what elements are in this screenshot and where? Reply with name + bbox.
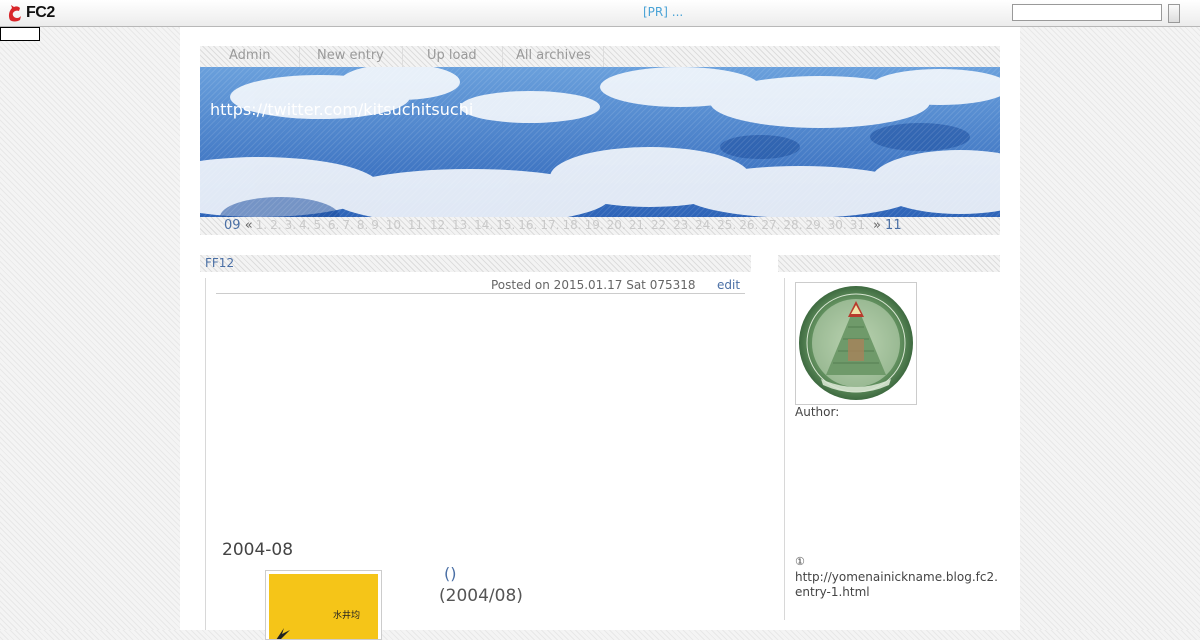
banner-texture [200,67,1000,217]
fc2-logo[interactable]: FC2 [7,4,55,22]
nav-divider [402,46,403,67]
calendar-day: 2. [270,218,282,232]
calendar-day: 7. [342,218,354,232]
calendar-day: 29. [805,218,825,232]
fc2-search-button[interactable] [1168,4,1180,23]
author-label: Author: [795,405,840,419]
entry-heading: 2004-08 [222,540,294,560]
calendar-day: 25. [717,218,737,232]
calendar-day: 1. [255,218,268,232]
nav-new-entry[interactable]: New entry [317,48,384,63]
book-cover-author: 水井均 [333,611,361,621]
pr-link[interactable]: [PR] ... [643,5,683,19]
nav-divider [299,46,300,67]
nav-divider [603,46,604,67]
nav-admin[interactable]: Admin [229,48,270,63]
book-cover-glyph-icon [276,628,290,639]
entry-border-line [205,278,206,630]
calendar-day: 6. [327,218,340,232]
calendar-day: 14. [474,218,494,232]
sidebar-url-text: http://yomenainickname.blog.fc2.entry-1.… [795,570,998,599]
header-banner: https://twitter.com/kitsuchitsuchi [200,67,1000,217]
calendar-day: 17. [540,218,560,232]
category-link[interactable]: FF12 [205,256,234,270]
fc2-top-bar: FC2 [PR] ... [0,0,1200,27]
calendar-day: 11. [407,218,427,232]
sidebar-border-line [784,278,785,620]
calendar-day: 27. [761,218,781,232]
calendar-day: 22. [650,218,670,232]
calendar-day: 5. [313,218,325,232]
blog-nav: Admin New entry Up load All archives [200,46,1000,67]
book-cover-image: 水井均 [269,574,378,639]
calendar-day: 4. [299,218,311,232]
calendar-day: 15. [496,218,516,232]
calendar-day: 24. [695,218,715,232]
calendar-day: 21. [628,218,648,232]
edit-link[interactable]: edit [717,278,740,292]
blog-container: Admin New entry Up load All archives htt… [180,27,1020,640]
calendar-next-month[interactable]: 11 [885,218,902,233]
fc2-fox-icon [8,5,21,22]
calendar-day: 30. [827,218,847,232]
calendar-day: 13. [452,218,472,232]
calendar-day: 19. [584,218,604,232]
calendar-day: 26. [739,218,759,232]
fc2-logo-text: FC2 [26,4,55,21]
skip-link-box[interactable] [0,27,40,41]
profile-image [795,282,917,405]
calendar-day: 23. [672,218,693,232]
calendar-day: 18. [562,218,582,232]
nav-all-archives[interactable]: All archives [516,48,591,63]
calendar-days: 1. 2. 3. 4. 5. 6. 7. 8. 9. 10. 11. 12. 13. 14. 15. 16. 1… [253,218,869,233]
fc2-search-input[interactable] [1012,4,1162,21]
calendar-day: 3. [284,218,297,232]
entry-divider [216,293,745,294]
calendar-nav: 09 «1. 2. 3. 4. 5. 6. 7. 8. 9. 10. 11. 12. 13. 14. 15.… [224,218,902,233]
nav-upload[interactable]: Up load [427,48,477,63]
calendar-day: 16. [518,218,538,232]
great-seal-icon [799,286,913,400]
nav-divider [502,46,503,67]
calendar-day: 9. [371,218,383,232]
calendar-prev-arrow: « [244,218,253,233]
calendar-day: 31. [849,218,869,232]
calendar-prev-month[interactable]: 09 [224,218,241,233]
calendar-day: 8. [356,218,369,232]
entry-category-header: FF12 [200,255,751,272]
calendar-next-arrow: » [872,218,881,233]
calendar-day: 12. [429,218,450,232]
sidebar-header [778,255,1000,272]
calendar-day: 10. [385,218,405,232]
calendar-day: 20. [606,218,626,232]
book-title-link[interactable]: () [444,564,456,583]
book-date: (2004/08) [439,586,523,606]
calendar-day: 28. [783,218,803,232]
calendar-bar: 09 «1. 2. 3. 4. 5. 6. 7. 8. 9. 10. 11. 12. 13. 14. 15.… [200,217,1000,235]
banner-site-url[interactable]: https://twitter.com/kitsuchitsuchi [210,100,473,119]
posted-date: Posted on 2015.01.17 Sat 075318 [491,278,696,292]
circled-number: ① [795,555,805,568]
